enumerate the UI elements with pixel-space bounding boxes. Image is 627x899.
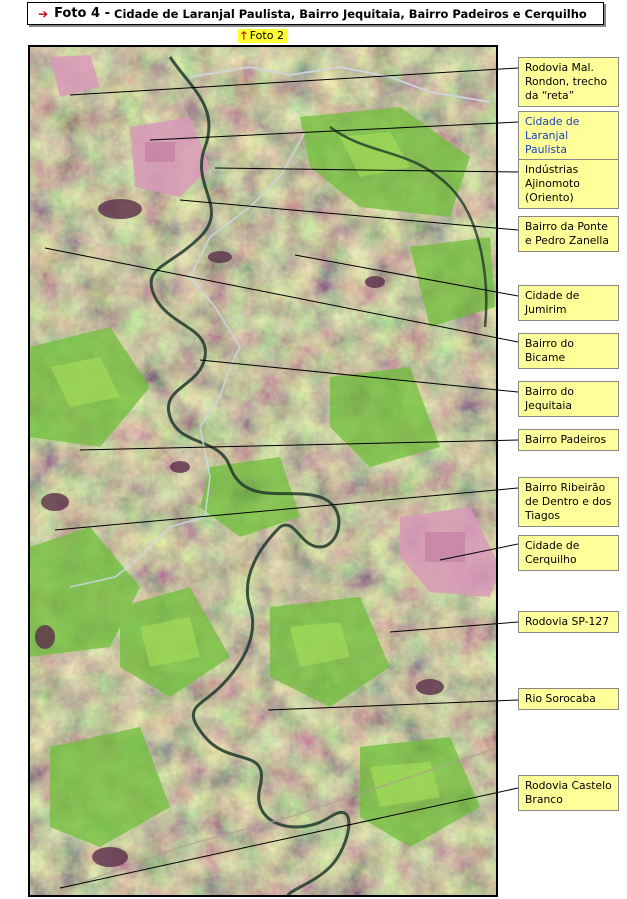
label-jequitaia: Bairro do Jequitaia — [518, 381, 619, 417]
label-bairro-ponte: Bairro da Ponte e Pedro Zanella — [518, 216, 619, 252]
right-arrow-icon: ➔ — [38, 6, 49, 21]
title-lead: Foto 4 - — [54, 6, 110, 21]
label-ribeirao-dentro: Bairro Ribeirão de Dentro e dos Tiagos — [518, 477, 619, 527]
prev-photo-label: Foto 2 — [249, 29, 284, 42]
up-arrow-icon: 🡑 — [241, 29, 247, 42]
satellite-map — [28, 45, 498, 897]
label-sp127: Rodovia SP-127 — [518, 611, 619, 633]
label-laranjal-paulista-link[interactable]: Cidade de Laranjal Paulista — [518, 111, 619, 161]
label-padeiros: Bairro Padeiros — [518, 429, 619, 451]
label-cerquilho: Cidade de Cerquilho — [518, 535, 619, 571]
title-text: Cidade de Laranjal Paulista, Bairro Jequ… — [114, 6, 587, 21]
label-bicame: Bairro do Bicame — [518, 333, 619, 369]
label-castelo-branco: Rodovia Castelo Branco — [518, 775, 619, 811]
label-rio-sorocaba: Rio Sorocaba — [518, 688, 619, 710]
label-jumirim: Cidade de Jumirim — [518, 285, 619, 321]
label-rodovia-rondon: Rodovia Mal. Rondon, trecho da “reta” — [518, 57, 619, 107]
title-bar: ➔ Foto 4 - Cidade de Laranjal Paulista, … — [27, 2, 604, 25]
label-ajinomoto: Indústrias Ajinomoto (Oriento) — [518, 159, 619, 209]
satellite-image — [30, 47, 496, 895]
prev-photo-link[interactable]: 🡑 Foto 2 — [238, 29, 287, 43]
